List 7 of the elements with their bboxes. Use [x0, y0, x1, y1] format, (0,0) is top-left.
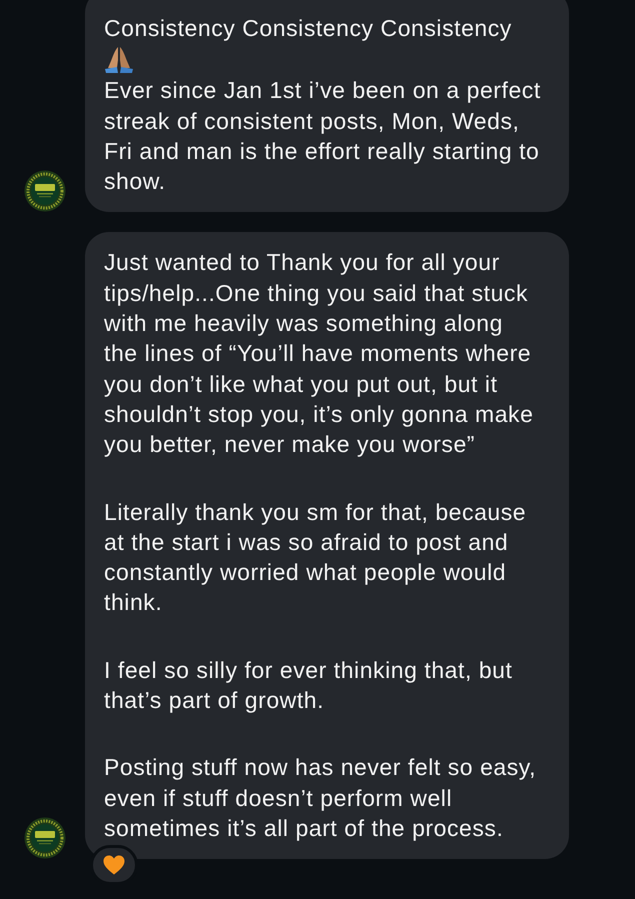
message-text: Just wanted to Thank you for all your tips/help...One thing you said that stuck with me heavily was something along the lines of “You’ll have moments where you don’t like what you put out, but it shouldn’t stop you, it’s only gonna make you better, never make you worse” [104, 248, 534, 460]
heart-icon [103, 855, 125, 876]
message-text: Literally thank you sm for that, because at the start i was so afraid to post and constantly worried what people would think. [104, 498, 528, 618]
message-text: I feel so silly for ever thinking that, but that’s part of growth. [104, 656, 514, 716]
message-text: Ever since Jan 1st i’ve been on a perfect streak of consistent posts, Mon, Weds, Fri and man is the effort really starting to show. [104, 76, 541, 196]
message-text: Posting stuff now has never felt so easy, even if stuff doesn’t perform well sometimes it’s all part of the process. [104, 753, 538, 843]
message-text: Consistency Consistency Consistency [104, 14, 513, 43]
